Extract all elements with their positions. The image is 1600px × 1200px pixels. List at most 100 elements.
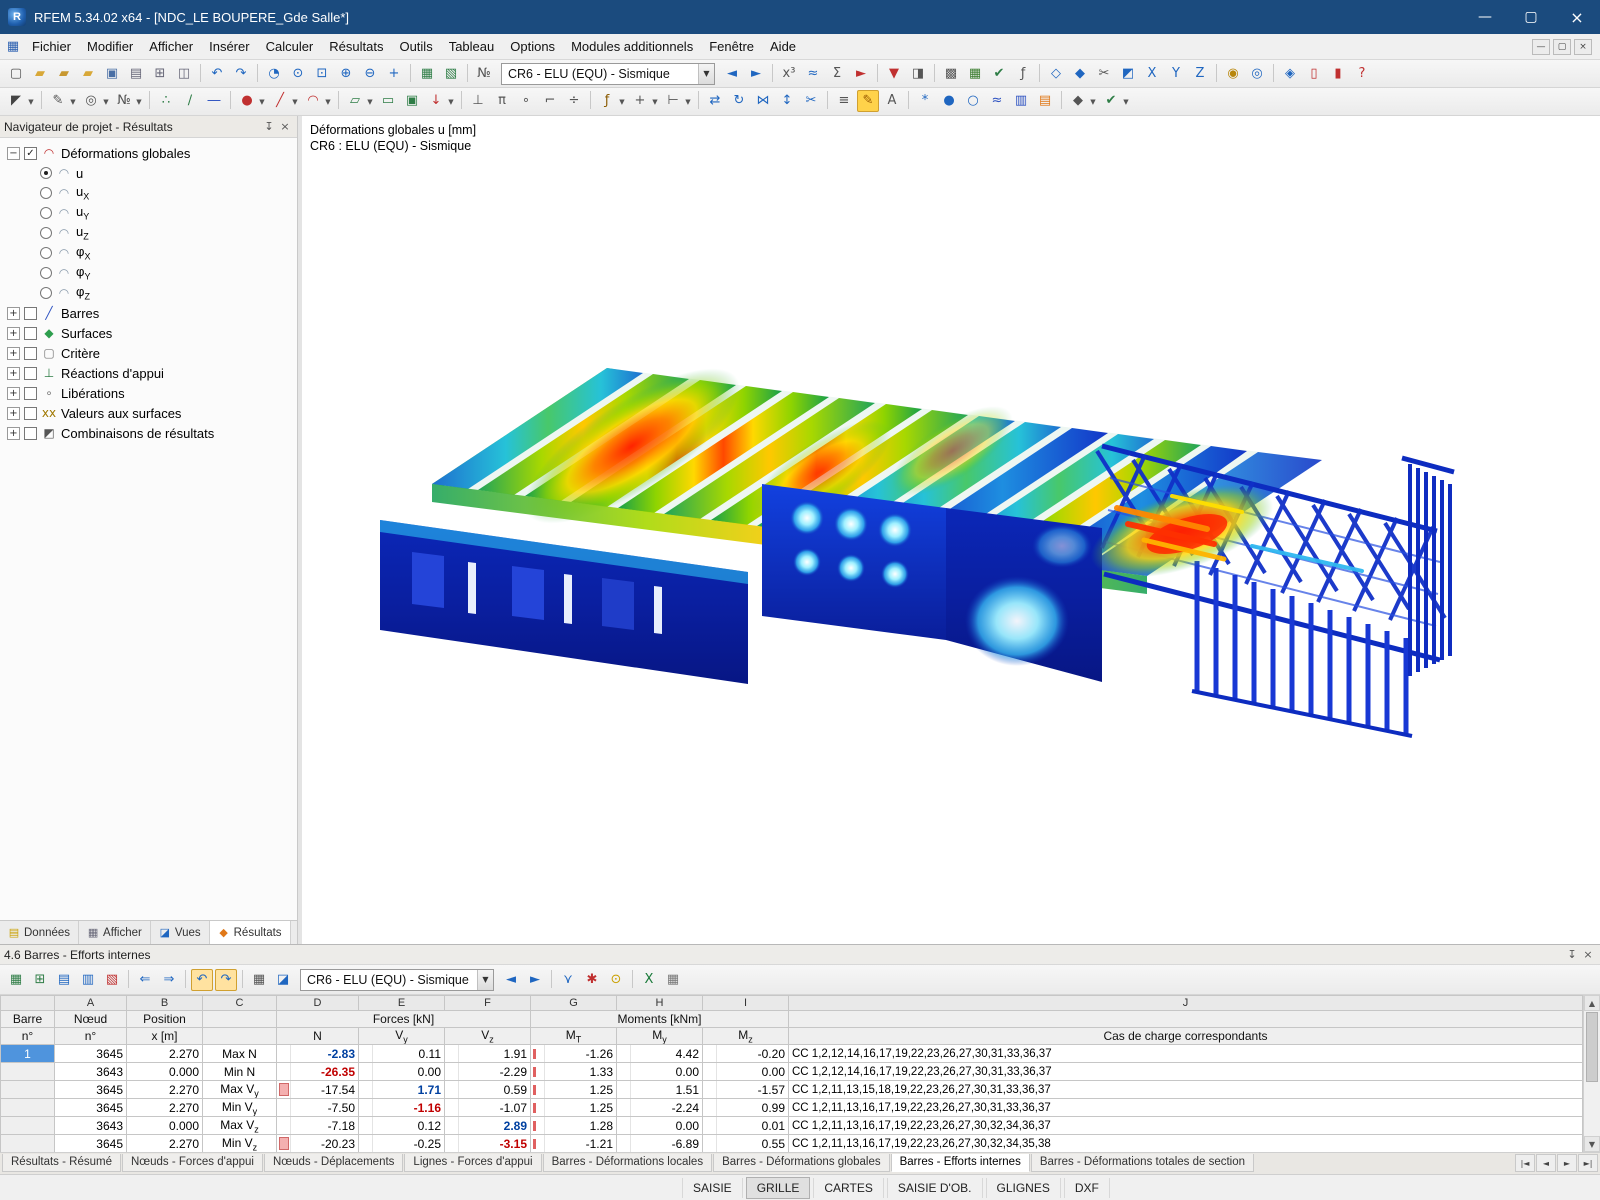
tree-item-surfaces[interactable]: + ◆ Surfaces	[2, 323, 295, 343]
value-cell[interactable]: 2.89	[444, 1116, 531, 1136]
animation-button[interactable]: ►	[850, 63, 872, 85]
menu-fichier[interactable]: Fichier	[24, 35, 79, 58]
zoom-out-button[interactable]: ⊖	[359, 63, 381, 85]
nodal-support-button[interactable]: ⊥	[467, 90, 489, 112]
table-columns-button[interactable]: ▥	[77, 969, 99, 991]
status-dxf[interactable]: DXF	[1063, 1177, 1110, 1198]
solid-render-button[interactable]: ◆	[1069, 63, 1091, 85]
menu-modifier[interactable]: Modifier	[79, 35, 141, 58]
color-panel-button[interactable]: ▤	[1034, 90, 1056, 112]
tree-radio[interactable]	[40, 187, 52, 199]
menu-fenetre[interactable]: Fenêtre	[701, 35, 762, 58]
validate-button-dropdown-icon[interactable]: ▼	[1121, 91, 1131, 113]
table-row[interactable]: 3643 0.000 Max Vz -7.18 0.12 2.89 1.28 0.00 0.01…	[0, 1116, 1583, 1136]
value-cell[interactable]: 0.12	[358, 1116, 445, 1136]
menu-aide[interactable]: Aide	[762, 35, 804, 58]
table-row[interactable]: 3643 0.000 Min N -26.35 0.00 -2.29 1.33 0.00 0.0…	[0, 1062, 1583, 1082]
menu-calculer[interactable]: Calculer	[258, 35, 322, 58]
tree-radio[interactable]	[40, 287, 52, 299]
chevron-down-icon[interactable]: ▼	[698, 63, 714, 84]
table-view-button[interactable]: ▦	[248, 969, 270, 991]
value-cell[interactable]: -6.89	[616, 1134, 703, 1154]
mdi-minimize-button[interactable]: —	[1532, 38, 1550, 55]
background-layers-button[interactable]: ≡	[833, 90, 855, 112]
surface-tools-button[interactable]: ▱	[344, 90, 366, 112]
scrollbar-track[interactable]	[1584, 1083, 1600, 1136]
table-row[interactable]: 3645 2.270 Min Vz -20.23 -0.25 -3.15 -1.21 -6.8…	[0, 1134, 1583, 1154]
open-file-button[interactable]: ▰	[53, 63, 75, 85]
value-cell[interactable]: -1.16	[358, 1098, 445, 1118]
minimize-button[interactable]: —	[1462, 0, 1508, 34]
next-tab-button[interactable]: ►	[1557, 1154, 1577, 1172]
tree-checkbox[interactable]: ✓	[24, 146, 37, 160]
load-case-list-button[interactable]: №	[473, 63, 495, 85]
tree-checkbox[interactable]	[24, 326, 37, 340]
member-hinge-button[interactable]: ∘	[515, 90, 537, 112]
tab-lignes-forces-d-appui[interactable]: Lignes - Forces d'appui	[404, 1154, 542, 1172]
extremum-cell[interactable]: Max N	[202, 1044, 277, 1064]
column-header-B[interactable]: B	[126, 995, 203, 1011]
redo-button[interactable]: ↷	[230, 63, 252, 85]
tree-checkbox[interactable]	[24, 406, 37, 420]
tree-radio[interactable]	[40, 207, 52, 219]
wireframe-display-button[interactable]: ○	[962, 90, 984, 112]
node-tools-button-dropdown-icon[interactable]: ▼	[257, 91, 267, 113]
table-chart-button[interactable]: ◪	[272, 969, 294, 991]
jump-last-button[interactable]: ⇒	[158, 969, 180, 991]
navigator-tab-resultats[interactable]: ◆ Résultats	[209, 921, 291, 944]
extremum-cell[interactable]: Min Vy	[202, 1098, 277, 1118]
scrollbar-thumb[interactable]	[1586, 1012, 1598, 1082]
new-node-button[interactable]: ∴	[155, 90, 177, 112]
extremum-cell[interactable]: Min N	[202, 1062, 277, 1082]
load-case-selector[interactable]: CR6 - ELU (EQU) - Sismique ▼	[501, 62, 715, 85]
tree-checkbox[interactable]	[24, 386, 37, 400]
table-layout-button[interactable]: ▧	[440, 63, 462, 85]
value-cell[interactable]: 0.59	[444, 1080, 531, 1100]
load-tools-button-dropdown-icon[interactable]: ▼	[446, 91, 456, 113]
column-header-C[interactable]: C	[202, 995, 277, 1011]
value-cell[interactable]: -1.07	[444, 1098, 531, 1118]
tree-radio[interactable]	[40, 267, 52, 279]
table-scrollbar[interactable]: ▲ ▼	[1583, 995, 1600, 1152]
scroll-up-icon[interactable]: ▲	[1584, 995, 1600, 1011]
tree-checkbox[interactable]	[24, 366, 37, 380]
node-cell[interactable]: 3645	[54, 1134, 127, 1154]
node-cell[interactable]: 3645	[54, 1098, 127, 1118]
position-cell[interactable]: 2.270	[126, 1098, 203, 1118]
tab-barres-efforts-internes[interactable]: Barres - Efforts internes	[890, 1154, 1030, 1172]
line-tools-button[interactable]: ╱	[269, 90, 291, 112]
value-cell[interactable]: -3.15	[444, 1134, 531, 1154]
new-file-button[interactable]: ▢	[5, 63, 27, 85]
value-cell[interactable]: -2.24	[616, 1098, 703, 1118]
numbering-button[interactable]: №	[113, 90, 135, 112]
tab-resultats-resume[interactable]: Résultats - Résumé	[2, 1154, 121, 1172]
last-tab-button[interactable]: ►|	[1578, 1154, 1598, 1172]
navigator-tab-donnees[interactable]: ▤ Données	[0, 921, 80, 944]
tab-barres-deformations-globales[interactable]: Barres - Déformations globales	[713, 1154, 890, 1172]
expand-icon[interactable]: +	[7, 346, 20, 360]
arc-tools-button-dropdown-icon[interactable]: ▼	[323, 91, 333, 113]
next-load-case-button[interactable]: ►	[745, 63, 767, 85]
value-cell[interactable]: -1.57	[702, 1080, 789, 1100]
member-eccentricity-button[interactable]: ⌐	[539, 90, 561, 112]
rotate-copy-button[interactable]: ↻	[728, 90, 750, 112]
new-member-button[interactable]: ―	[203, 90, 225, 112]
dimensions-button[interactable]: ⊢	[662, 90, 684, 112]
status-grille[interactable]: GRILLE	[745, 1176, 811, 1199]
row-header-cell[interactable]	[0, 1080, 55, 1100]
node-cell[interactable]: 3643	[54, 1062, 127, 1082]
node-cell[interactable]: 3645	[54, 1080, 127, 1100]
redo-table-button[interactable]: ↷	[215, 968, 237, 991]
node-cell[interactable]: 3643	[54, 1116, 127, 1136]
validate-button[interactable]: ✔	[1100, 90, 1122, 112]
calculator-button[interactable]: ▦	[662, 969, 684, 991]
print-button[interactable]: ▤	[125, 63, 147, 85]
visibility-modes-button[interactable]: ◉	[1222, 63, 1244, 85]
row-header-cell[interactable]	[0, 1134, 55, 1154]
value-cell[interactable]: 4.42	[616, 1044, 703, 1064]
import-file-button[interactable]: ▰	[77, 63, 99, 85]
menu-tableau[interactable]: Tableau	[441, 35, 503, 58]
menu-inserer[interactable]: Insérer	[201, 35, 257, 58]
tab-n-uds-deplacements[interactable]: Nœuds - Déplacements	[263, 1154, 404, 1172]
value-cell[interactable]: -7.50	[276, 1098, 359, 1118]
